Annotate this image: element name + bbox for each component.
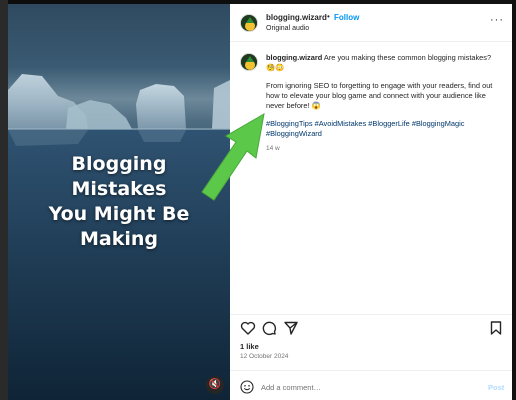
caption-body: From ignoring SEO to forgetting to engag… xyxy=(266,81,493,110)
comment-bar: Post xyxy=(230,370,512,400)
caption: blogging.wizard Are you making these com… xyxy=(266,53,498,154)
caption-username[interactable]: blogging.wizard xyxy=(266,53,322,62)
comment-icon[interactable] xyxy=(261,320,277,336)
mute-button[interactable]: 🔇 xyxy=(206,376,224,394)
overlay-line: Making xyxy=(79,228,158,250)
comment-input[interactable] xyxy=(261,380,461,394)
green-arrow-annotation xyxy=(201,113,265,201)
wizard-logo-icon xyxy=(241,15,257,31)
backdrop-left xyxy=(0,0,8,400)
separator-dot: • xyxy=(327,12,330,21)
caption-time-ago: 14 w xyxy=(266,145,280,152)
post-comment-button[interactable]: Post xyxy=(488,383,504,392)
post-header: blogging.wizard • Follow Original audio … xyxy=(230,4,512,42)
overlay-line: Mistakes xyxy=(71,178,167,200)
audio-link[interactable]: Original audio xyxy=(266,25,309,32)
overlay-line: You Might Be xyxy=(48,203,190,225)
backdrop-right xyxy=(512,0,516,400)
wizard-logo-icon xyxy=(241,54,257,70)
post-date: 12 October 2024 xyxy=(240,353,289,360)
heart-icon[interactable] xyxy=(240,320,256,336)
overlay-line: Blogging xyxy=(71,153,167,175)
reel-video[interactable]: Blogging Mistakes You Might Be Making 🔇 xyxy=(8,4,230,400)
action-bar xyxy=(230,314,512,336)
reel-overlay-title: Blogging Mistakes You Might Be Making xyxy=(8,152,230,252)
emoji-icon[interactable] xyxy=(240,380,254,394)
more-options-icon[interactable]: ··· xyxy=(490,14,504,26)
bookmark-icon[interactable] xyxy=(488,320,504,336)
post-username[interactable]: blogging.wizard xyxy=(266,13,327,22)
instagram-post-modal: Blogging Mistakes You Might Be Making 🔇 … xyxy=(0,0,516,400)
like-count[interactable]: 1 like xyxy=(240,342,259,351)
follow-button[interactable]: Follow xyxy=(334,13,359,22)
speaker-muted-icon: 🔇 xyxy=(208,379,222,390)
post-details-panel: blogging.wizard • Follow Original audio … xyxy=(230,4,512,400)
caption-avatar[interactable] xyxy=(240,53,258,71)
share-icon[interactable] xyxy=(283,320,299,336)
avatar[interactable] xyxy=(240,14,258,32)
caption-hashtags[interactable]: #BloggingTips #AvoidMistakes #BloggerLif… xyxy=(266,119,498,139)
